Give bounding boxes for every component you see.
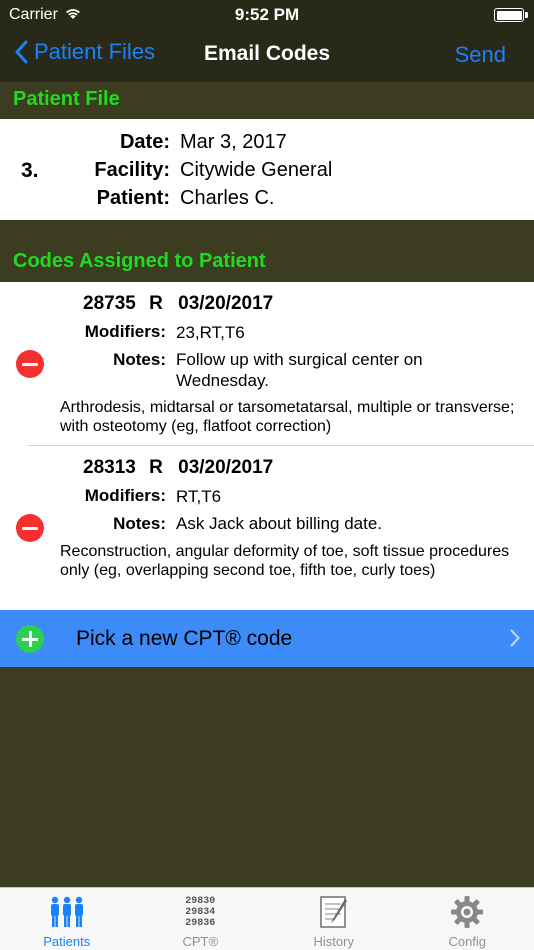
date-value: Mar 3, 2017	[180, 131, 287, 153]
codes-header: Codes Assigned to Patient	[0, 250, 534, 273]
facility-value: Citywide General	[180, 159, 333, 181]
tab-label: Patients	[43, 934, 91, 949]
side-indicator: R	[149, 293, 163, 314]
chevron-right-icon	[510, 629, 520, 647]
code-line: 28735 R 03/20/2017	[83, 293, 273, 315]
modifiers-label: Modifiers:	[84, 486, 166, 505]
divider	[27, 445, 534, 446]
status-time: 9:52 PM	[234, 5, 300, 24]
pick-new-code-button[interactable]: Pick a new CPT® code	[0, 610, 534, 667]
notes-label: Notes:	[113, 350, 166, 369]
notes-label: Notes:	[113, 514, 166, 533]
patient-file-card: 3. Date: Mar 3, 2017 Facility: Citywide …	[0, 119, 534, 220]
tab-label: Config	[448, 934, 487, 949]
pick-new-code-label: Pick a new CPT® code	[76, 627, 293, 650]
code-date: 03/20/2017	[178, 293, 274, 314]
cpt-icon-text: 29836	[185, 917, 216, 929]
cpt-icon: 29830 29834 29836	[134, 894, 268, 930]
patients-icon	[0, 894, 134, 930]
remove-code-button[interactable]	[16, 514, 44, 542]
patient-label: Patient:	[96, 187, 170, 209]
code-description: Reconstruction, angular deformity of toe…	[60, 543, 510, 579]
patient-value: Charles C.	[180, 187, 275, 209]
tab-label: History	[313, 934, 354, 949]
tab-bar: Patients 29830 29834 29836 CPT® History	[0, 887, 534, 950]
add-icon	[16, 625, 44, 653]
tab-cpt[interactable]: 29830 29834 29836 CPT®	[134, 888, 268, 950]
notes-value: Follow up with surgical center on Wednes…	[176, 350, 423, 390]
modifiers-value: 23,RT,T6	[176, 323, 245, 342]
patient-file-header: Patient File	[0, 88, 534, 111]
status-bar: Carrier 9:52 PM	[0, 0, 534, 30]
cpt-code: 28313	[83, 457, 136, 478]
code-description: Arthrodesis, midtarsal or tarsometatarsa…	[60, 399, 515, 435]
facility-label: Facility:	[94, 159, 170, 181]
tab-history[interactable]: History	[267, 888, 401, 950]
battery-icon	[494, 8, 528, 22]
tab-label: CPT®	[182, 934, 219, 949]
side-indicator: R	[149, 457, 163, 478]
modifiers-value: RT,T6	[176, 487, 222, 506]
code-date: 03/20/2017	[178, 457, 274, 478]
cpt-icon-text: 29834	[185, 906, 216, 918]
tab-config[interactable]: Config	[401, 888, 534, 950]
history-icon	[267, 894, 401, 930]
tab-patients[interactable]: Patients	[0, 888, 134, 950]
patient-file-number: 3.	[21, 159, 39, 182]
remove-code-button[interactable]	[16, 350, 44, 378]
codes-list: 28735 R 03/20/2017 Modifiers: 23,RT,T6 N…	[0, 282, 534, 610]
code-line: 28313 R 03/20/2017	[83, 457, 273, 479]
cpt-code: 28735	[83, 293, 136, 314]
modifiers-label: Modifiers:	[84, 322, 166, 341]
send-button[interactable]: Send	[455, 42, 506, 68]
gear-icon	[401, 894, 534, 930]
cpt-icon-text: 29830	[185, 895, 216, 907]
notes-value: Ask Jack about billing date.	[176, 514, 383, 533]
date-label: Date:	[119, 131, 170, 153]
navigation-bar: Patient Files Email Codes Send	[0, 30, 534, 82]
